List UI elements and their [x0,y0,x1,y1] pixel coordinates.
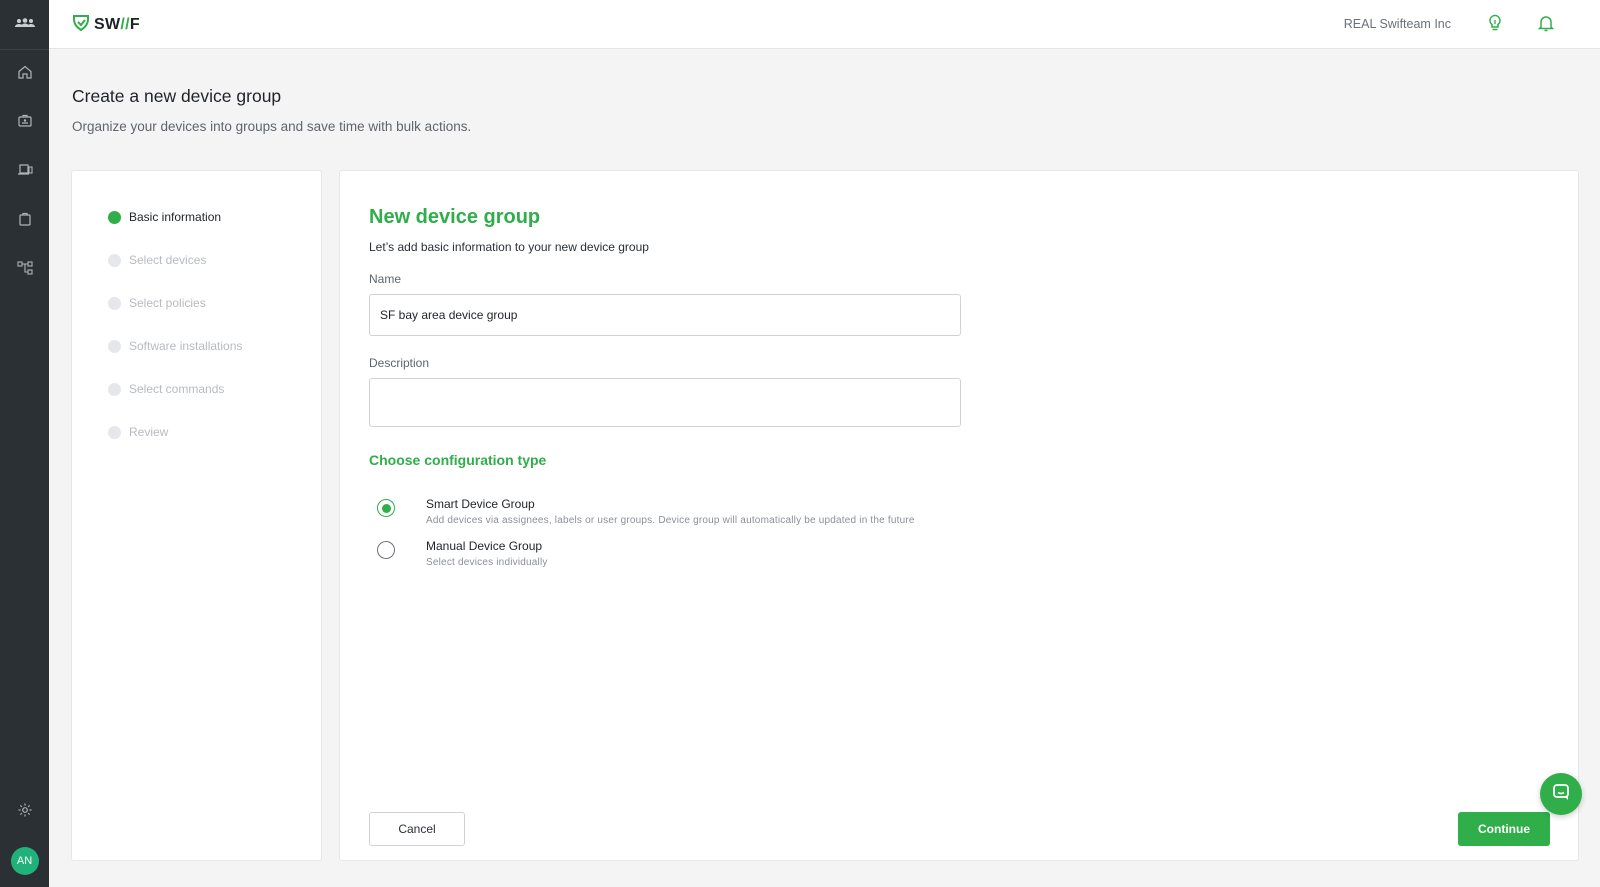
cancel-button[interactable]: Cancel [369,812,465,846]
step-select-policies[interactable]: Select policies [108,296,206,310]
top-bar: SW//F REAL Swifteam Inc [49,0,1600,49]
settings-icon [17,802,33,823]
step-select-commands[interactable]: Select commands [108,382,224,396]
nav-apps[interactable] [0,197,49,246]
page-title: Create a new device group [72,86,282,106]
step-dot [108,425,121,439]
description-label: Description [369,356,430,370]
config-type-title: Choose configuration type [369,452,547,468]
option-text: Smart Device Group Add devices via assig… [426,497,915,526]
step-label: Select devices [129,253,207,267]
step-label: Select policies [129,296,206,310]
option-label: Smart Device Group [426,497,535,511]
laptop-icon [17,162,33,183]
nav-settings[interactable] [0,788,49,837]
nav-computers[interactable] [0,148,49,197]
form-description: Let’s add basic information to your new … [369,240,649,254]
radio-button-checked[interactable] [377,499,395,517]
team-icon [14,16,35,34]
step-label: Select commands [129,382,225,396]
form-title: New device group [369,206,541,228]
chat-icon [1551,782,1571,807]
page-subtitle: Organize your devices into groups and sa… [72,119,472,134]
option-manual-device-group[interactable]: Manual Device Group Select devices indiv… [377,539,548,568]
radio-button[interactable] [377,541,395,559]
tips-button[interactable] [1484,14,1506,36]
bell-icon [1537,14,1555,37]
nav-home[interactable] [0,50,49,99]
notifications-button[interactable] [1535,14,1557,36]
step-basic-information[interactable]: Basic information [108,210,221,224]
lightbulb-icon [1487,14,1503,37]
shield-icon [71,13,91,38]
step-label: Review [129,425,169,439]
brand-wordmark-start: SW [94,16,121,33]
brand-logo[interactable]: SW//F [71,14,140,36]
brand-wordmark-slash: // [120,16,130,33]
home-icon [17,64,33,85]
name-label: Name [369,272,402,286]
description-input[interactable] [369,378,961,427]
option-smart-device-group[interactable]: Smart Device Group Add devices via assig… [377,497,915,526]
apps-icon [17,211,33,232]
avatar[interactable]: AN [10,847,39,875]
nav-groups[interactable] [0,246,49,295]
continue-button[interactable]: Continue [1458,812,1550,846]
step-label: Basic information [129,210,222,224]
step-review[interactable]: Review [108,425,168,439]
hierarchy-icon [16,260,33,281]
left-rail: AN [0,0,49,887]
step-label: Software installations [129,339,243,353]
step-dot [108,210,121,224]
nav-devices[interactable] [0,99,49,148]
name-input[interactable] [369,294,961,336]
org-name[interactable]: REAL Swifteam Inc [1344,17,1451,31]
step-select-devices[interactable]: Select devices [108,253,206,267]
option-hint: Select devices individually [426,557,548,568]
step-dot [108,382,121,396]
step-dot [108,339,121,353]
brand-wordmark: SW//F [94,16,140,34]
option-hint: Add devices via assignees, labels or use… [426,515,915,526]
step-dot [108,253,121,267]
option-text: Manual Device Group Select devices indiv… [426,539,548,568]
form-panel: New device group Let’s add basic informa… [339,170,1579,861]
chat-button[interactable] [1540,773,1582,815]
workspace-switcher[interactable] [0,0,49,50]
option-label: Manual Device Group [426,539,543,553]
step-dot [108,296,121,310]
devices-icon [17,113,33,134]
step-software-installations[interactable]: Software installations [108,339,242,353]
steps-panel: Basic information Select devices Select … [71,170,322,861]
brand-wordmark-end: F [129,16,140,33]
